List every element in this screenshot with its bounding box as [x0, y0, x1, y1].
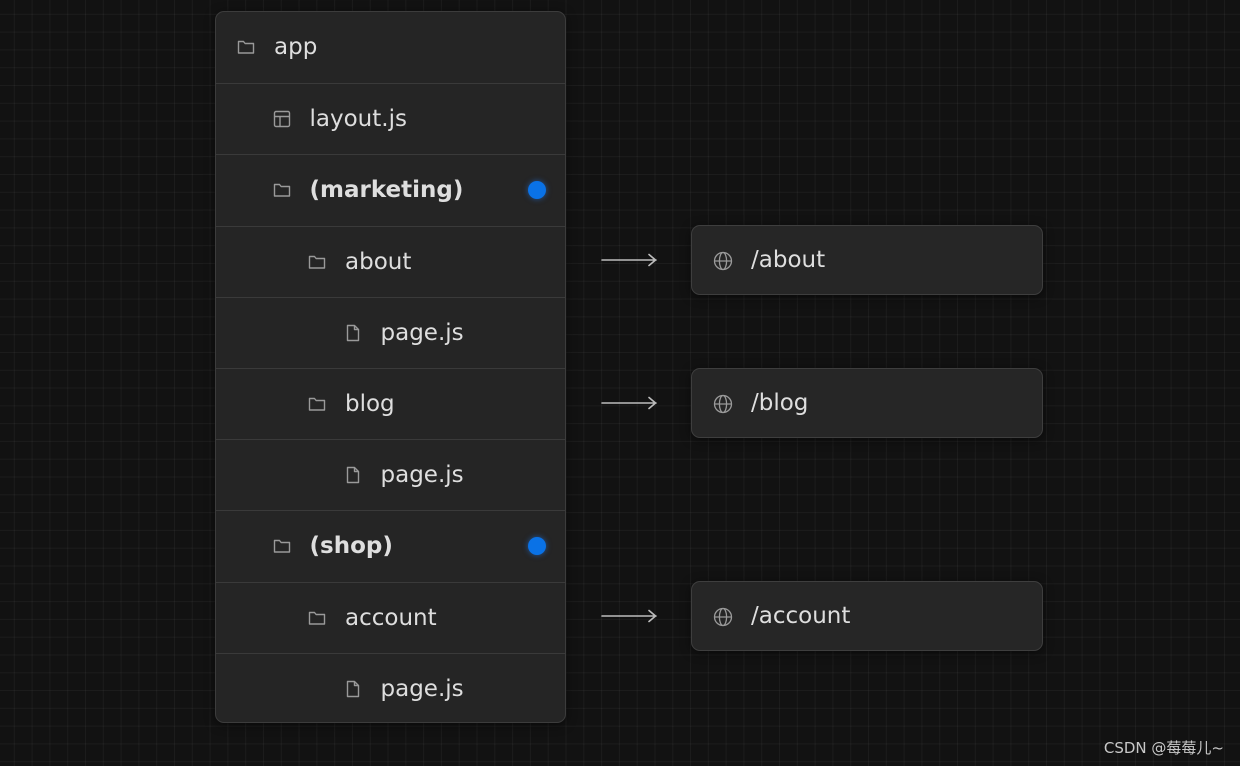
- tree-row-label: about: [345, 248, 412, 275]
- tree-row: app: [216, 12, 565, 83]
- folder-icon: [272, 536, 292, 556]
- watermark: CSDN @莓莓儿~: [1103, 739, 1224, 757]
- folder-icon: [236, 37, 256, 57]
- tree-row: layout.js: [216, 83, 565, 154]
- route-path-label: /about: [751, 247, 826, 274]
- tree-row-label: account: [345, 604, 437, 631]
- route-arrow-icon: [600, 252, 660, 268]
- tree-row: (marketing): [216, 154, 565, 225]
- folder-icon: [307, 394, 327, 414]
- tree-row: account: [216, 581, 565, 653]
- folder-icon: [307, 608, 327, 628]
- route-group-dot: [528, 181, 546, 200]
- route-card: /about: [691, 225, 1043, 296]
- file-tree-panel: app layout.js (marketing) about page.js blog p…: [215, 11, 566, 723]
- route-card: /blog: [691, 367, 1043, 438]
- tree-row-label: page.js: [380, 319, 464, 346]
- tree-row-label: (marketing): [309, 177, 464, 204]
- tree-row: page.js: [216, 296, 565, 368]
- globe-icon: [712, 606, 734, 628]
- tree-row-label: blog: [345, 391, 395, 417]
- route-card: /account: [691, 581, 1043, 652]
- globe-icon: [712, 393, 734, 415]
- tree-row-label: page.js: [380, 675, 464, 702]
- diagram-canvas: app layout.js (marketing) about page.js blog p…: [0, 0, 1240, 766]
- folder-icon: [272, 180, 292, 200]
- file-icon: [343, 679, 363, 699]
- route-path-label: /account: [751, 603, 851, 630]
- route-path-label: /blog: [751, 389, 809, 416]
- tree-row: page.js: [216, 652, 565, 722]
- tree-row-label: page.js: [380, 462, 464, 489]
- tree-row-label: app: [274, 34, 318, 60]
- tree-row-label: (shop): [309, 533, 393, 560]
- layout-icon: [272, 109, 292, 129]
- file-icon: [343, 323, 363, 343]
- folder-icon: [307, 252, 327, 272]
- tree-row: about: [216, 225, 565, 297]
- tree-row: blog: [216, 368, 565, 439]
- tree-row: page.js: [216, 439, 565, 510]
- tree-row-label: layout.js: [309, 106, 407, 133]
- tree-row: (shop): [216, 510, 565, 581]
- route-arrow-icon: [600, 395, 660, 411]
- route-group-dot: [528, 537, 546, 556]
- route-arrow-icon: [600, 608, 660, 624]
- file-icon: [343, 465, 363, 485]
- globe-icon: [712, 250, 734, 272]
